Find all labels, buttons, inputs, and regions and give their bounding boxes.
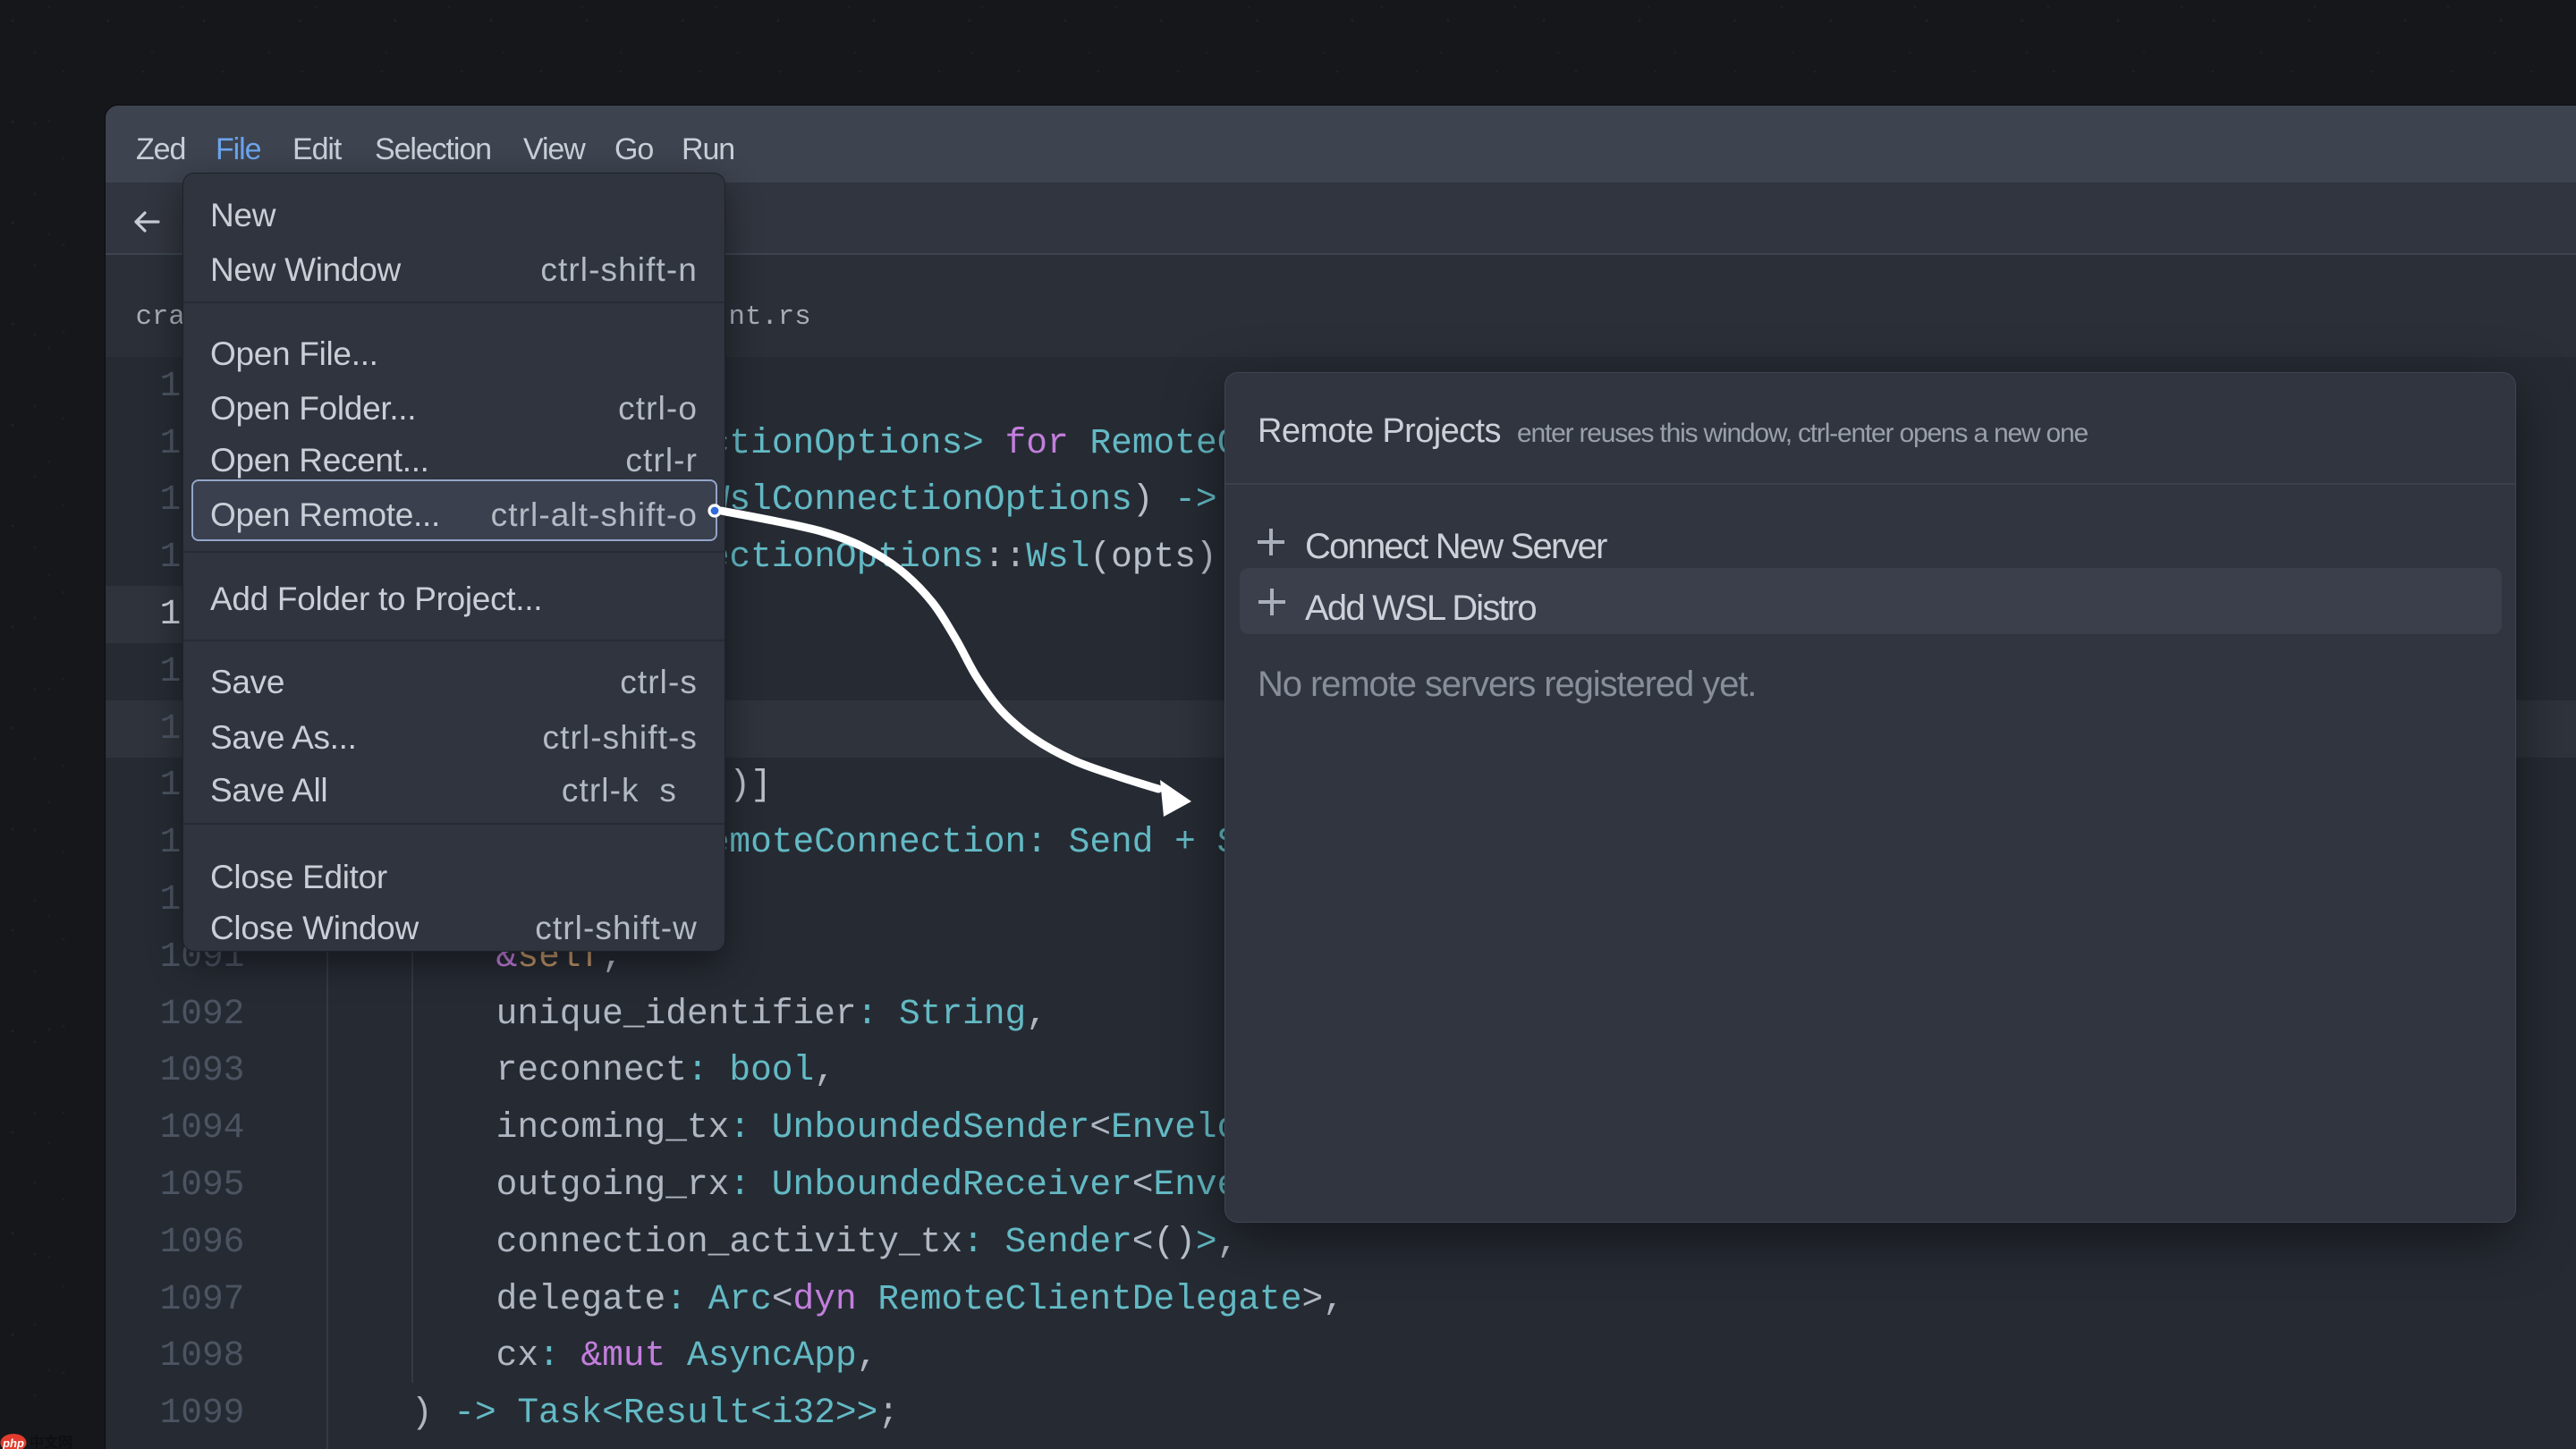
svg-text:php: php — [2, 1436, 24, 1449]
svg-text:中文网: 中文网 — [30, 1434, 72, 1449]
